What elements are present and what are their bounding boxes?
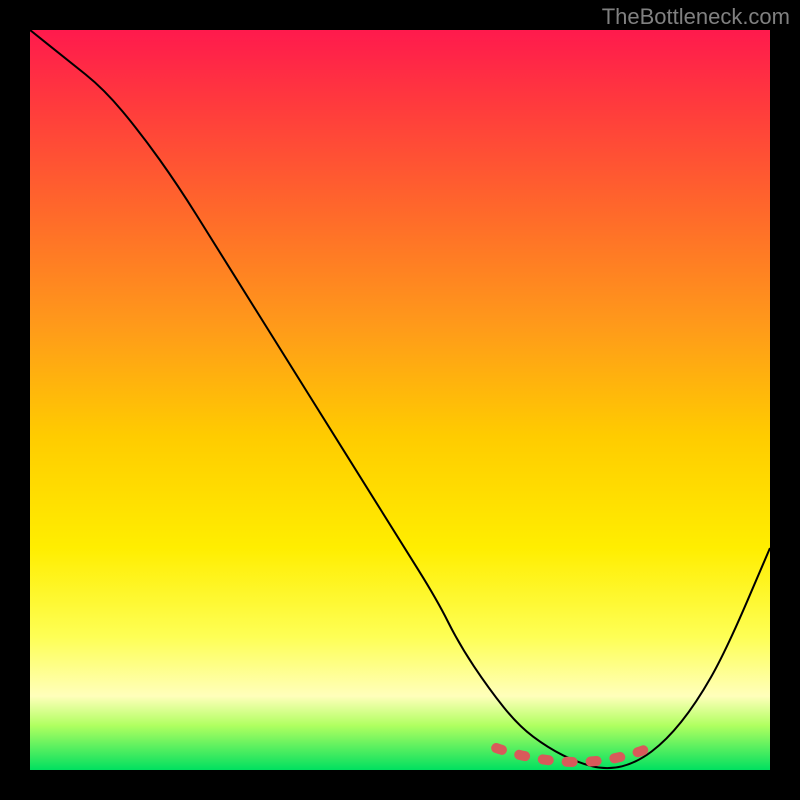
watermark-text: TheBottleneck.com — [602, 4, 790, 30]
chart-svg — [30, 30, 770, 770]
optimal-range-dots — [496, 744, 659, 762]
plot-area — [30, 30, 770, 770]
bottleneck-curve — [30, 30, 770, 768]
chart-container: TheBottleneck.com — [0, 0, 800, 800]
